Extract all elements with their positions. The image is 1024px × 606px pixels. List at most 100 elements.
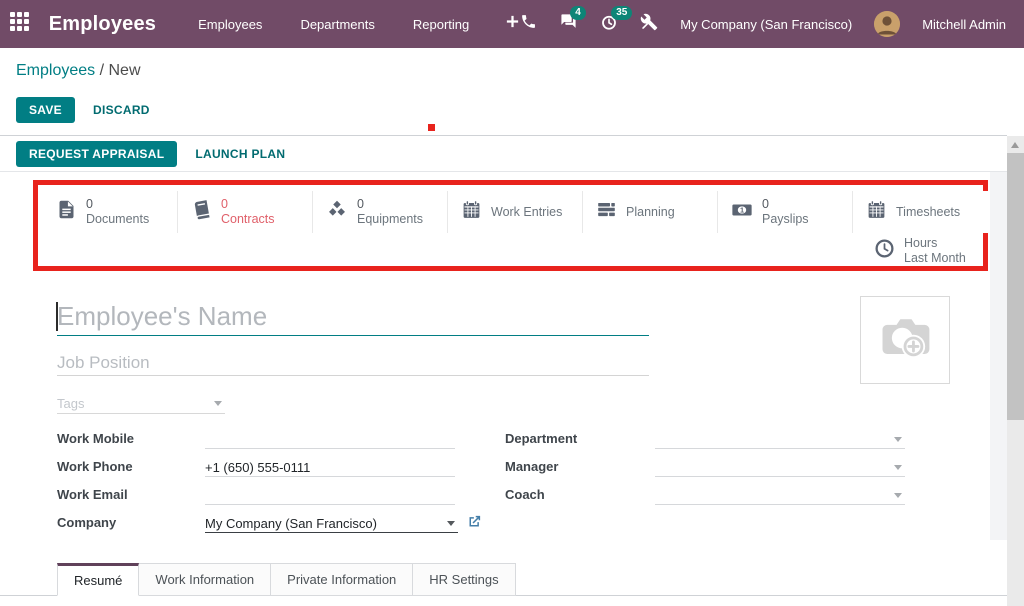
svg-text:1: 1 xyxy=(740,205,744,214)
stat-label: Timesheets xyxy=(896,205,960,220)
messages-button[interactable]: 4 xyxy=(559,13,578,35)
activities-button[interactable]: 35 xyxy=(600,13,618,36)
highlight-box: 0Documents 0Contracts 0Equipments Work E… xyxy=(33,180,988,271)
manager-field xyxy=(655,458,905,477)
breadcrumb-separator: / xyxy=(95,62,108,79)
menu-item-reporting[interactable]: Reporting xyxy=(413,17,469,32)
tab-work-information[interactable]: Work Information xyxy=(139,563,271,596)
employee-photo-upload[interactable] xyxy=(860,296,950,384)
coach-field xyxy=(655,486,905,505)
company-label: Company xyxy=(57,515,116,530)
work-email-label: Work Email xyxy=(57,487,128,502)
work-phone-label: Work Phone xyxy=(57,459,133,474)
scrollbar[interactable] xyxy=(1007,136,1024,606)
chevron-down-icon[interactable] xyxy=(214,401,222,406)
book-icon xyxy=(191,199,212,225)
chevron-down-icon[interactable] xyxy=(447,521,455,526)
stat-label: Payslips xyxy=(762,212,809,227)
stat-button-planning[interactable]: Planning xyxy=(583,191,718,233)
menu-item-departments[interactable]: Departments xyxy=(300,17,374,32)
coach-label: Coach xyxy=(505,487,545,502)
stat-button-box: 0Documents 0Contracts 0Equipments Work E… xyxy=(43,191,988,233)
apps-menu-button[interactable] xyxy=(0,12,39,36)
clock-icon xyxy=(874,238,895,264)
chevron-down-icon[interactable] xyxy=(894,437,902,442)
developer-tools-button[interactable] xyxy=(640,13,658,36)
stat-count: 0 xyxy=(357,197,423,212)
job-position-field-wrap xyxy=(57,350,649,376)
employee-name-input[interactable] xyxy=(57,298,649,335)
camera-plus-icon xyxy=(875,308,935,373)
work-phone-input[interactable] xyxy=(205,458,455,476)
stat-label: Work Entries xyxy=(491,205,562,220)
plus-icon xyxy=(505,14,520,34)
stat-label: Equipments xyxy=(357,212,423,227)
save-button[interactable]: SAVE xyxy=(16,97,75,123)
stat-button-timesheets[interactable]: Timesheets xyxy=(853,191,988,233)
stat-count: 0 xyxy=(86,197,149,212)
stat-button-payslips[interactable]: 1 0Payslips xyxy=(718,191,853,233)
manager-input[interactable] xyxy=(655,458,905,476)
employee-form-page: Employees Employees Departments Reportin… xyxy=(0,0,1024,606)
tab-private-information[interactable]: Private Information xyxy=(271,563,413,596)
tags-input[interactable] xyxy=(57,393,225,413)
company-field xyxy=(205,514,458,533)
department-input[interactable] xyxy=(655,430,905,448)
crossed-tools-icon xyxy=(640,13,658,36)
tab-resume[interactable]: Resumé xyxy=(57,563,139,596)
stat-label: Contracts xyxy=(221,212,275,227)
stat-button-documents[interactable]: 0Documents xyxy=(43,191,178,233)
chevron-down-icon[interactable] xyxy=(894,465,902,470)
stat-label: Last Month xyxy=(904,251,966,266)
stat-label: Documents xyxy=(86,212,149,227)
breadcrumb-parent[interactable]: Employees xyxy=(16,62,95,79)
discard-button[interactable]: DISCARD xyxy=(89,97,154,123)
banknote-icon: 1 xyxy=(731,199,753,226)
work-email-input[interactable] xyxy=(205,486,455,504)
stat-button-equipments[interactable]: 0Equipments xyxy=(313,191,448,233)
request-appraisal-button[interactable]: REQUEST APPRAISAL xyxy=(16,141,177,167)
menu-item-employees[interactable]: Employees xyxy=(198,17,262,32)
coach-input[interactable] xyxy=(655,486,905,504)
stat-button-contracts[interactable]: 0Contracts xyxy=(178,191,313,233)
messages-count-badge: 4 xyxy=(570,6,586,20)
quick-create-button[interactable] xyxy=(505,14,520,34)
work-mobile-field xyxy=(205,430,455,449)
work-mobile-label: Work Mobile xyxy=(57,431,134,446)
work-email-field xyxy=(205,486,455,505)
department-field xyxy=(655,430,905,449)
stat-label: Planning xyxy=(626,205,675,220)
breadcrumb-current: New xyxy=(109,62,141,79)
work-mobile-input[interactable] xyxy=(205,430,455,448)
company-switcher[interactable]: My Company (San Francisco) xyxy=(680,17,852,32)
tab-hr-settings[interactable]: HR Settings xyxy=(413,563,515,596)
external-link-icon[interactable] xyxy=(467,514,482,529)
breadcrumb: Employees / New xyxy=(16,62,141,80)
app-menu: Employees Departments Reporting xyxy=(198,17,469,32)
user-menu[interactable]: Mitchell Admin xyxy=(922,17,1006,32)
notebook-tabs: Resumé Work Information Private Informat… xyxy=(57,563,516,596)
activities-count-badge: 35 xyxy=(611,6,632,20)
stat-button-work-entries[interactable]: Work Entries xyxy=(448,191,583,233)
sheet-margin-strip xyxy=(990,172,1007,540)
stat-button-hours-last-month[interactable]: HoursLast Month xyxy=(861,233,988,269)
company-input[interactable] xyxy=(205,514,458,532)
user-avatar[interactable] xyxy=(874,11,900,37)
chevron-down-icon[interactable] xyxy=(894,493,902,498)
tags-field-wrap xyxy=(57,393,225,414)
stat-count: 0 xyxy=(762,197,809,212)
launch-plan-button[interactable]: LAUNCH PLAN xyxy=(191,141,289,167)
scroll-up-arrow-icon[interactable] xyxy=(1011,142,1019,148)
employee-name-field-wrap xyxy=(57,298,649,336)
current-app-title[interactable]: Employees xyxy=(49,13,156,36)
manager-label: Manager xyxy=(505,459,558,474)
red-marker-dot xyxy=(428,124,435,131)
department-label: Department xyxy=(505,431,577,446)
top-navbar: Employees Employees Departments Reportin… xyxy=(0,0,1024,48)
cubes-icon xyxy=(326,199,348,226)
job-position-input[interactable] xyxy=(57,350,649,375)
scrollbar-thumb[interactable] xyxy=(1007,153,1024,420)
calendar-icon xyxy=(461,199,482,225)
voip-button[interactable] xyxy=(520,13,537,35)
stat-label: Hours xyxy=(904,236,966,251)
